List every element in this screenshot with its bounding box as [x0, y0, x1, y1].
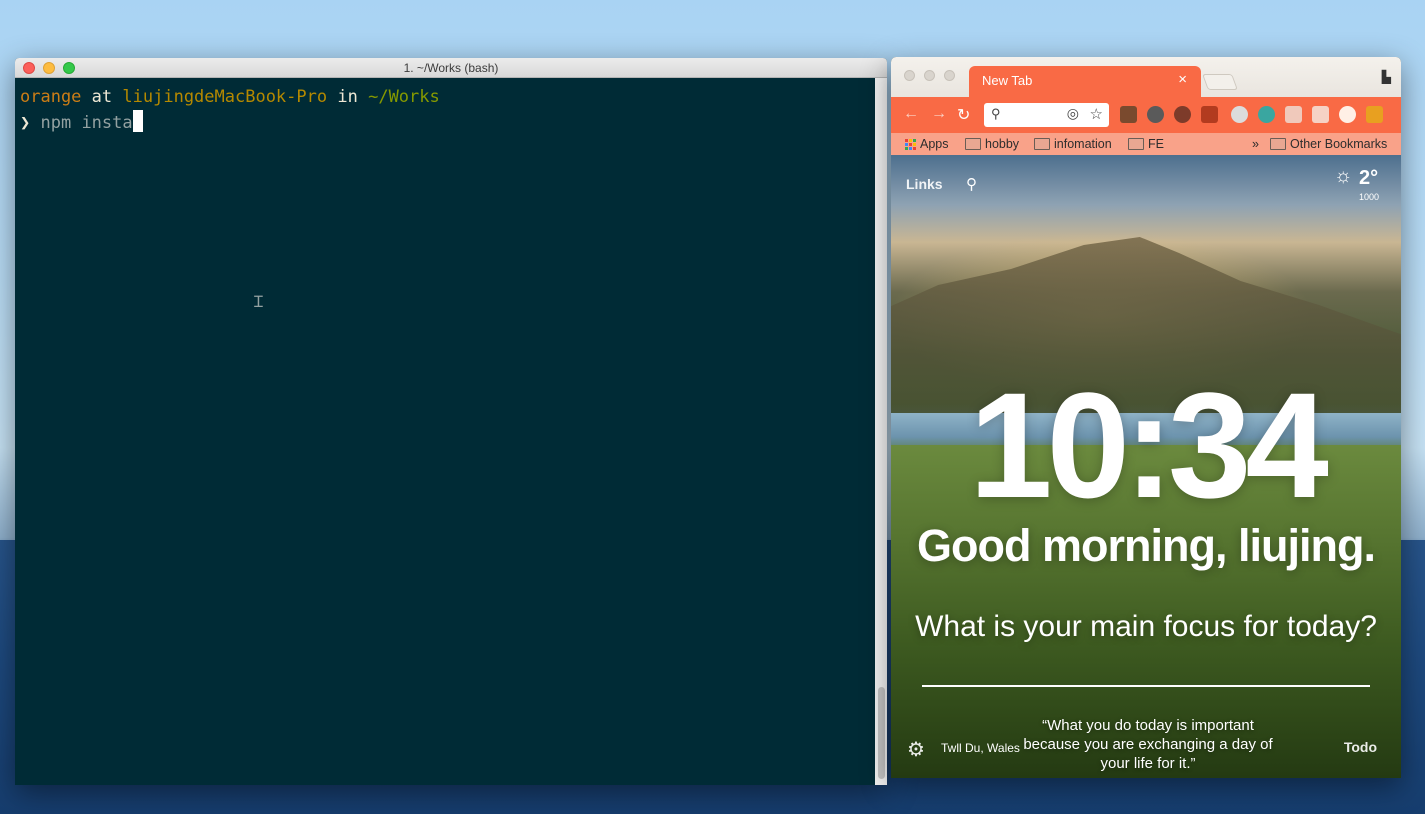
folder-icon [965, 138, 981, 150]
gear-icon[interactable]: ⚙ [907, 737, 925, 762]
prompt-in: in [337, 87, 358, 107]
prompt-line: orange at liujingdeMacBook-Pro in ~/Work… [20, 84, 870, 110]
terminal-body[interactable]: orange at liujingdeMacBook-Pro in ~/Work… [15, 78, 875, 785]
bookmark-label: infomation [1054, 137, 1112, 151]
prompt-symbol: ❯ [20, 113, 31, 133]
links-button[interactable]: Links [906, 176, 943, 192]
minimize-icon[interactable] [924, 70, 935, 81]
extension-orange-icon[interactable] [1339, 106, 1356, 123]
new-tab-button[interactable] [1202, 74, 1238, 90]
tab-new-tab[interactable]: New Tab × [969, 66, 1201, 97]
reload-icon[interactable]: ↻ [957, 105, 970, 125]
command-input[interactable]: npm insta [41, 113, 133, 133]
apps-grid-icon [905, 138, 916, 150]
sun-icon: ☼ [1334, 165, 1353, 187]
browser-window[interactable]: New Tab × ▙ ← → ↻ ⚲ ◎ ☆ Apps hobby infom… [891, 57, 1401, 778]
extension-m-icon[interactable] [1258, 106, 1275, 123]
terminal-title: 1. ~/Works (bash) [403, 61, 499, 75]
folder-icon [1034, 138, 1050, 150]
focus-input[interactable] [922, 655, 1370, 685]
temperature[interactable]: 2° [1359, 167, 1378, 190]
zoom-icon[interactable] [944, 70, 955, 81]
focus-question: What is your main focus for today? [915, 610, 1377, 643]
bookmark-infomation[interactable]: infomation [1034, 137, 1112, 151]
ibeam-cursor-icon: Ɪ [254, 294, 263, 311]
location-target-icon[interactable]: ◎ [1067, 105, 1079, 122]
bookmark-apps[interactable]: Apps [905, 137, 949, 151]
extension-sync-icon[interactable] [1174, 106, 1191, 123]
overflow-chevron-icon: » [1252, 137, 1259, 151]
tab-close-icon[interactable]: × [1178, 71, 1187, 88]
scrollbar-thumb[interactable] [878, 687, 885, 779]
extension-fe-icon[interactable] [1120, 106, 1137, 123]
folder-icon [1270, 138, 1286, 150]
quote: “What you do today is important because … [1023, 717, 1273, 772]
profile-icon[interactable]: ▙ [1382, 70, 1391, 84]
back-icon[interactable]: ← [903, 105, 919, 123]
bookmark-label: Other Bookmarks [1290, 137, 1388, 151]
prompt-path: ~/Works [368, 87, 440, 107]
command-line[interactable]: ❯ npm insta [20, 110, 870, 136]
extension-video-icon[interactable] [1201, 106, 1218, 123]
bookmark-fe[interactable]: FE [1128, 137, 1164, 151]
clock: 10:34 [969, 361, 1329, 529]
prompt-at: at [91, 87, 113, 107]
extension-lock-icon[interactable] [1366, 106, 1383, 123]
browser-toolbar: ← → ↻ ⚲ ◎ ☆ [891, 97, 1401, 133]
tab-strip: New Tab × ▙ [891, 57, 1401, 97]
bookmarks-bar: Apps hobby infomation FE » Other Bookmar… [891, 133, 1401, 155]
folder-icon [1128, 138, 1144, 150]
prompt-user: orange [20, 87, 82, 107]
extension-circle-icon[interactable] [1231, 106, 1248, 123]
bookmark-hobby[interactable]: hobby [965, 137, 1019, 151]
bookmark-label: FE [1148, 137, 1164, 151]
focus-input-underline [922, 685, 1370, 687]
close-icon[interactable] [904, 70, 915, 81]
search-icon[interactable]: ⚲ [966, 175, 977, 193]
weather-subtext: 1000 [1359, 192, 1380, 202]
todo-button[interactable]: Todo [1344, 739, 1377, 755]
bookmark-apps-label: Apps [920, 137, 949, 151]
extension-evernote-icon[interactable] [1147, 106, 1164, 123]
forward-icon[interactable]: → [931, 105, 947, 123]
text-cursor [132, 110, 143, 132]
extension-layout-icon[interactable] [1312, 106, 1329, 123]
extension-doc-icon[interactable] [1285, 106, 1302, 123]
bookmark-other[interactable]: Other Bookmarks [1270, 137, 1387, 151]
bookmark-label: hobby [985, 137, 1020, 151]
photo-location[interactable]: Twll Du, Wales [941, 741, 1020, 755]
greeting: Good morning, liujing. [917, 520, 1376, 571]
terminal-window[interactable]: 1. ~/Works (bash) orange at liujingdeMac… [15, 58, 887, 785]
new-tab-page: Links ⚲ ☼ 2° 1000 10:34 Good morning, li… [891, 155, 1401, 778]
terminal-scrollbar[interactable] [875, 78, 887, 785]
terminal-titlebar[interactable]: 1. ~/Works (bash) [15, 58, 887, 78]
address-bar[interactable]: ⚲ ◎ ☆ [984, 103, 1109, 127]
star-icon[interactable]: ☆ [1090, 105, 1103, 123]
prompt-host: liujingdeMacBook-Pro [122, 87, 328, 107]
bookmarks-overflow[interactable]: » [1252, 137, 1259, 151]
tab-label: New Tab [982, 73, 1033, 88]
search-icon: ⚲ [991, 106, 1001, 121]
